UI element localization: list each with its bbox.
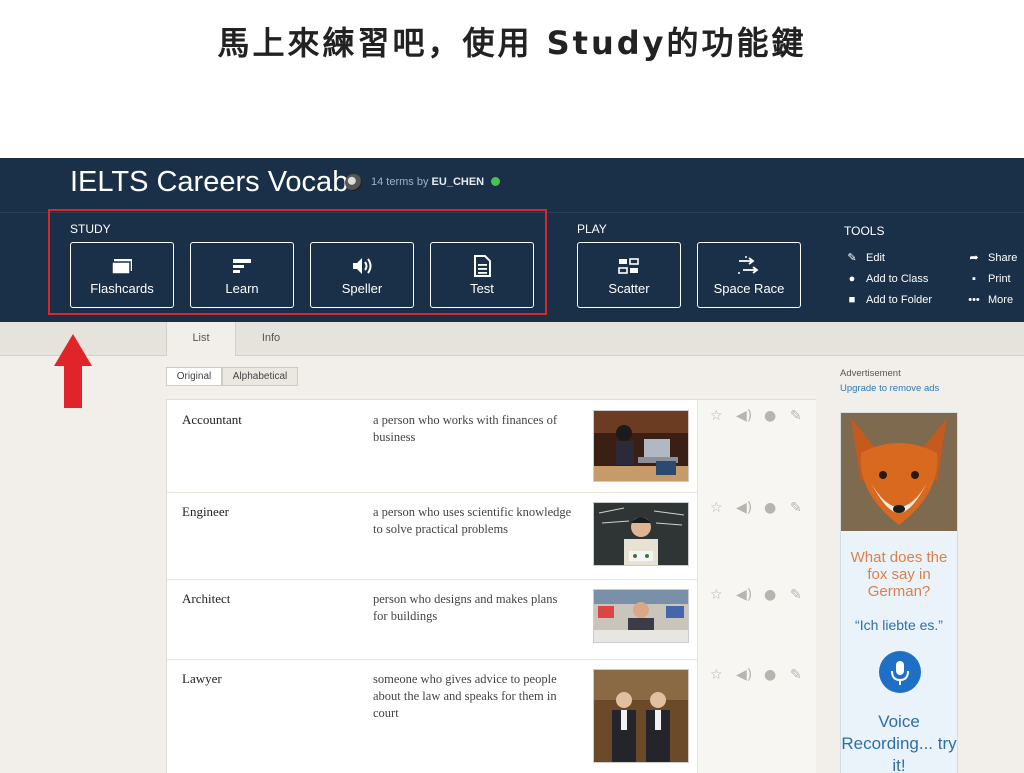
term-actions: ☆ ◀) ● ✎: [697, 400, 816, 492]
study-highlight-box: [48, 209, 547, 315]
fox-image: [841, 413, 957, 531]
star-icon[interactable]: ☆: [710, 408, 723, 424]
ad-answer: “Ich liebte es.”: [855, 617, 943, 633]
by-label: by: [416, 176, 429, 188]
scatter-label: Scatter: [608, 281, 650, 296]
ad-question: What does the fox say in German?: [850, 549, 948, 600]
share-tool[interactable]: ➦ Share: [968, 251, 1017, 264]
more-label: More: [988, 294, 1014, 306]
owner-avatar[interactable]: [345, 174, 362, 191]
microphone-icon[interactable]: ●: [764, 500, 776, 516]
sort-alphabetical-button[interactable]: Alphabetical: [222, 367, 298, 386]
audio-icon[interactable]: ◀): [736, 408, 752, 424]
lawyer-photo: [593, 669, 689, 763]
microphone-icon[interactable]: ●: [764, 667, 776, 683]
print-tool[interactable]: ▪ Print: [968, 273, 1011, 285]
share-arrow-icon: ➦: [969, 252, 979, 264]
scatter-button[interactable]: Scatter: [577, 242, 681, 308]
edit-label: Edit: [866, 252, 885, 264]
add-to-folder-label: Add to Folder: [866, 294, 933, 306]
star-icon[interactable]: ☆: [710, 587, 723, 603]
upgrade-link[interactable]: Upgrade to remove ads: [840, 383, 939, 394]
add-to-class-label: Add to Class: [866, 273, 929, 285]
microphone-icon[interactable]: ●: [764, 587, 776, 603]
add-to-folder-tool[interactable]: ■ Add to Folder: [846, 294, 932, 306]
edit-pencil-icon[interactable]: ✎: [790, 500, 802, 516]
quizlet-screenshot: IELTS Careers Vocab 14 terms by EU_CHEN …: [0, 158, 1024, 773]
audio-icon[interactable]: ◀): [736, 500, 752, 516]
accountant-photo: [593, 410, 689, 482]
term-row: Lawyer someone who gives advice to peopl…: [167, 659, 816, 773]
star-icon[interactable]: ☆: [710, 667, 723, 683]
folder-icon: ■: [848, 294, 856, 306]
audio-icon[interactable]: ◀): [736, 587, 752, 603]
edit-tool[interactable]: ✎ Edit: [846, 251, 885, 264]
more-dots-icon: •••: [968, 294, 980, 306]
sort-original-button[interactable]: Original: [166, 367, 222, 386]
owner-name[interactable]: EU_CHEN: [432, 176, 485, 188]
space-race-label: Space Race: [713, 281, 785, 296]
engineer-photo: [593, 502, 689, 566]
printer-icon: ▪: [972, 273, 976, 285]
term-row: Engineer a person who uses scientific kn…: [167, 492, 816, 580]
tab-info[interactable]: Info: [236, 322, 306, 356]
tabs-bar: [0, 322, 1024, 356]
architect-photo: [593, 589, 689, 643]
term-definition: a person who uses scientific knowledge t…: [373, 505, 572, 536]
terms-list: Accountant a person who works with finan…: [166, 399, 816, 773]
red-up-arrow-icon: [54, 334, 92, 408]
star-icon[interactable]: ☆: [710, 500, 723, 516]
ad-cta: Voice Recording... try it!: [841, 712, 957, 773]
term-word: Architect: [182, 591, 231, 606]
set-meta: 14 terms by EU_CHEN: [371, 176, 501, 188]
term-definition: a person who works with finances of busi…: [373, 413, 557, 444]
online-status-dot: [491, 177, 501, 186]
term-row: Accountant a person who works with finan…: [167, 400, 816, 493]
add-to-class-tool[interactable]: ● Add to Class: [846, 273, 929, 285]
microphone-icon[interactable]: ●: [764, 408, 776, 424]
edit-pencil-icon[interactable]: ✎: [790, 667, 802, 683]
term-actions: ☆ ◀) ● ✎: [697, 579, 816, 659]
term-word: Accountant: [182, 412, 242, 427]
users-icon: ●: [848, 273, 856, 285]
more-tool[interactable]: ••• More: [968, 294, 1013, 306]
slide-title: 馬上來練習吧，使用 Study的功能鍵: [217, 24, 807, 62]
edit-pencil-icon[interactable]: ✎: [790, 408, 802, 424]
print-label: Print: [988, 273, 1011, 285]
term-definition: person who designs and makes plans for b…: [373, 592, 558, 623]
terms-count: 14 terms: [371, 176, 414, 188]
space-race-button[interactable]: Space Race: [697, 242, 801, 308]
term-row: Architect person who designs and makes p…: [167, 579, 816, 660]
space-race-arrows-icon: [738, 256, 759, 274]
advertisement-banner[interactable]: What does the fox say in German? “Ich li…: [840, 412, 958, 773]
scatter-grid-icon: [618, 258, 639, 274]
term-definition: someone who gives advice to people about…: [373, 672, 557, 720]
pencil-icon: ✎: [847, 252, 857, 264]
term-word: Engineer: [182, 504, 229, 519]
tools-label: TOOLS: [844, 224, 885, 238]
edit-pencil-icon[interactable]: ✎: [790, 587, 802, 603]
tab-list[interactable]: List: [166, 322, 236, 356]
play-label: PLAY: [577, 222, 607, 236]
term-word: Lawyer: [182, 671, 222, 686]
share-label: Share: [988, 252, 1018, 264]
term-actions: ☆ ◀) ● ✎: [697, 492, 816, 579]
set-header: IELTS Careers Vocab 14 terms by EU_CHEN …: [0, 158, 1024, 322]
set-title: IELTS Careers Vocab: [70, 166, 349, 198]
term-actions: ☆ ◀) ● ✎: [697, 659, 816, 773]
ad-label: Advertisement: [840, 368, 901, 379]
microphone-icon[interactable]: [879, 651, 921, 693]
audio-icon[interactable]: ◀): [736, 667, 752, 683]
